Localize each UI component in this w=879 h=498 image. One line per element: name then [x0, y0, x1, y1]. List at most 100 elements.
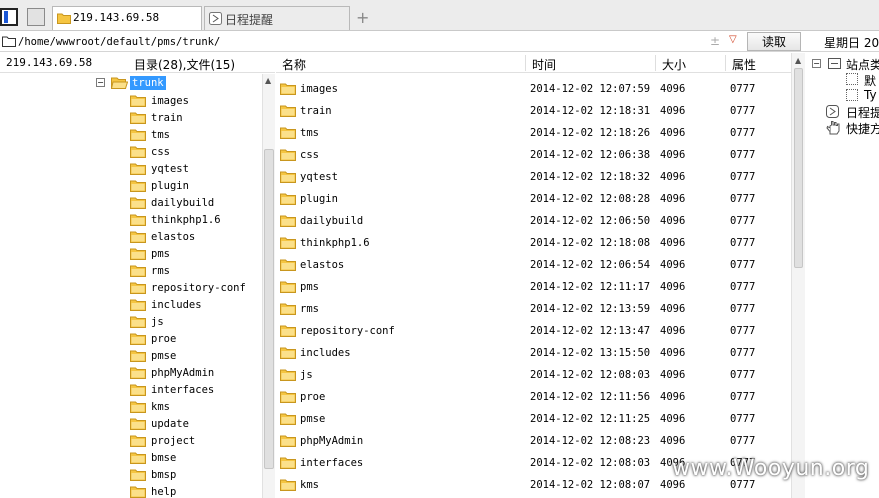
folder-icon [130, 316, 146, 328]
file-size: 4096 [660, 83, 686, 95]
file-scrollbar[interactable]: ▲ [791, 53, 805, 498]
file-size: 4096 [660, 215, 686, 227]
folder-icon [280, 149, 296, 161]
file-attr: 0777 [730, 83, 756, 95]
file-row[interactable]: train 2014-12-02 12:18:31 4096 0777 [276, 99, 791, 121]
file-scroll-thumb[interactable] [794, 68, 803, 268]
read-button[interactable]: 读取 [747, 32, 801, 51]
blank-tab-icon[interactable] [27, 8, 45, 26]
file-row[interactable]: dailybuild 2014-12-02 12:06:50 4096 0777 [276, 209, 791, 231]
file-row[interactable]: pmse 2014-12-02 12:11:25 4096 0777 [276, 407, 791, 429]
tree-item-label: dailybuild [151, 197, 215, 209]
plus-minus-icon[interactable]: ± [710, 34, 720, 48]
tab-bar: 219.143.69.58 日程提醒 + [0, 0, 879, 31]
column-time[interactable]: 时间 [532, 56, 556, 73]
directory-tree: − trunk images train tms css yqtest plugin dai… [0, 74, 262, 498]
side-panel: − 站点类 默 Ty 日程提 快捷方 [806, 53, 879, 498]
folder-icon [130, 129, 146, 141]
tree-item-label: bmsp [151, 469, 177, 481]
column-name[interactable]: 名称 [282, 56, 306, 73]
file-name: pmse [300, 413, 326, 425]
file-time: 2014-12-02 12:11:25 [530, 413, 651, 425]
file-time: 2014-12-02 12:13:59 [530, 303, 651, 315]
chevron-down-icon[interactable]: ▽ [729, 34, 737, 45]
file-time: 2014-12-02 12:07:59 [530, 83, 651, 95]
file-name: thinkphp1.6 [300, 237, 370, 249]
folder-icon [280, 479, 296, 491]
file-row[interactable]: repository-conf 2014-12-02 12:13:47 4096 07… [276, 319, 791, 341]
column-attr[interactable]: 属性 [732, 56, 756, 73]
scroll-up-icon[interactable]: ▲ [265, 76, 271, 85]
new-tab-icon[interactable]: + [356, 8, 369, 27]
file-row[interactable]: elastos 2014-12-02 12:06:54 4096 0777 [276, 253, 791, 275]
folder-icon [130, 367, 146, 379]
file-name: js [300, 369, 313, 381]
file-attr: 0777 [730, 127, 756, 139]
folder-icon [280, 435, 296, 447]
file-row[interactable]: thinkphp1.6 2014-12-02 12:18:08 4096 0777 [276, 231, 791, 253]
file-row[interactable]: includes 2014-12-02 13:15:50 4096 0777 [276, 341, 791, 363]
folder-icon [280, 259, 296, 271]
file-row[interactable]: yqtest 2014-12-02 12:18:32 4096 0777 [276, 165, 791, 187]
scroll-up-icon[interactable]: ▲ [795, 56, 801, 65]
file-row[interactable]: images 2014-12-02 12:07:59 4096 0777 [276, 77, 791, 99]
file-size: 4096 [660, 435, 686, 447]
folder-icon [57, 13, 71, 24]
file-size: 4096 [660, 259, 686, 271]
tree-item-label: help [151, 486, 177, 498]
folder-icon [130, 418, 146, 430]
watermark: www.Wooyun.org [672, 456, 870, 481]
hand-icon [826, 121, 840, 135]
file-size: 4096 [660, 105, 686, 117]
file-row[interactable]: plugin 2014-12-02 12:08:28 4096 0777 [276, 187, 791, 209]
folder-icon [130, 180, 146, 192]
file-attr: 0777 [730, 347, 756, 359]
file-name: dailybuild [300, 215, 364, 227]
file-name: includes [300, 347, 351, 359]
folder-icon [130, 469, 146, 481]
file-row[interactable]: tms 2014-12-02 12:18:26 4096 0777 [276, 121, 791, 143]
file-row[interactable]: js 2014-12-02 12:08:03 4096 0777 [276, 363, 791, 385]
file-attr: 0777 [730, 391, 756, 403]
type-label: Ty [864, 88, 877, 102]
file-time: 2014-12-02 12:18:32 [530, 171, 651, 183]
folder-icon [2, 36, 16, 47]
file-row[interactable]: css 2014-12-02 12:06:38 4096 0777 [276, 143, 791, 165]
tree-item-label: kms [151, 401, 170, 413]
file-name: repository-conf [300, 325, 395, 337]
folder-icon [280, 215, 296, 227]
tree-scrollbar[interactable]: ▲ [262, 74, 275, 498]
file-row[interactable]: pms 2014-12-02 12:11:17 4096 0777 [276, 275, 791, 297]
folder-icon [130, 112, 146, 124]
column-size[interactable]: 大小 [662, 56, 686, 73]
file-row[interactable]: proe 2014-12-02 12:11:56 4096 0777 [276, 385, 791, 407]
tab-host[interactable]: 219.143.69.58 [52, 6, 202, 30]
file-row[interactable]: rms 2014-12-02 12:13:59 4096 0777 [276, 297, 791, 319]
file-list-header: 名称 时间 大小 属性 [276, 53, 791, 73]
folder-icon [280, 457, 296, 469]
panel-toggle-icon[interactable] [0, 8, 18, 26]
folder-icon [280, 347, 296, 359]
tab-host-label: 219.143.69.58 [73, 11, 160, 24]
file-size: 4096 [660, 237, 686, 249]
file-size: 4096 [660, 413, 686, 425]
tab-schedule[interactable]: 日程提醒 [204, 6, 350, 30]
collapse-icon[interactable]: − [96, 78, 105, 87]
path-input[interactable] [18, 33, 740, 50]
file-time: 2014-12-02 12:11:17 [530, 281, 651, 293]
tree-item-label: rms [151, 265, 170, 277]
file-attr: 0777 [730, 149, 756, 161]
file-size: 4096 [660, 303, 686, 315]
tree-item-label: pms [151, 248, 170, 260]
file-name: rms [300, 303, 319, 315]
tree-item-label: interfaces [151, 384, 215, 396]
folder-icon [280, 193, 296, 205]
collapse-icon[interactable]: − [812, 59, 821, 68]
folder-icon [280, 83, 296, 95]
file-row[interactable]: phpMyAdmin 2014-12-02 12:08:23 4096 0777 [276, 429, 791, 451]
tree-scroll-thumb[interactable] [264, 149, 274, 469]
folder-icon [130, 486, 146, 498]
clock-icon [209, 12, 222, 25]
tree-item-label: includes [151, 299, 202, 311]
tree-item-label: js [151, 316, 164, 328]
